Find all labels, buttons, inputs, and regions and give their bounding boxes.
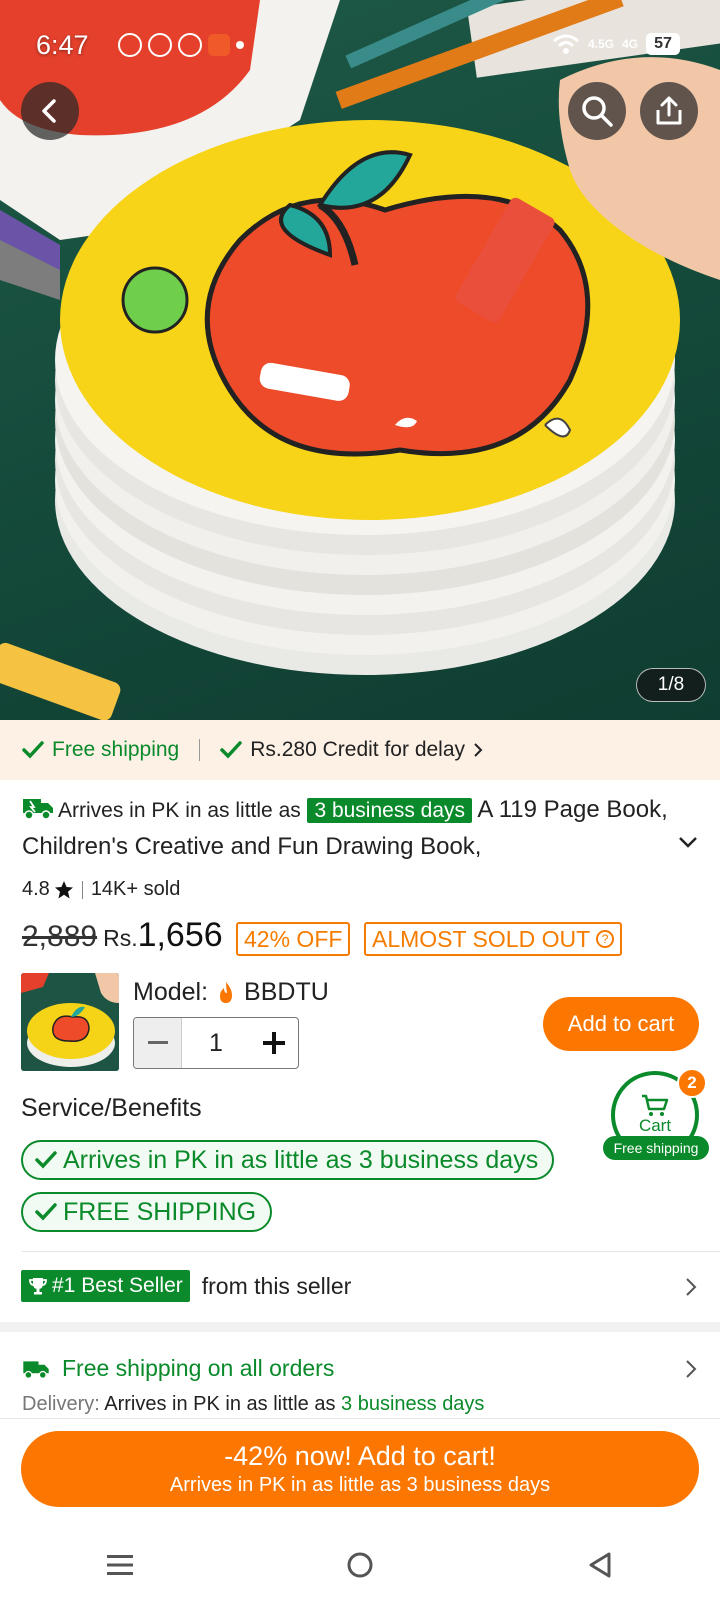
best-seller-row[interactable]: #1 Best Seller from this seller	[21, 1270, 701, 1302]
image-counter: 1/8	[636, 668, 706, 702]
sale-price: 1,656	[137, 916, 223, 954]
whatsapp-icon	[118, 33, 142, 57]
chevron-down-icon[interactable]	[678, 835, 698, 849]
benefit-pill: Arrives in PK in as little as 3 business…	[21, 1140, 555, 1180]
back-nav-button[interactable]	[570, 1540, 630, 1590]
check-icon	[220, 741, 242, 759]
check-icon	[22, 741, 44, 759]
recent-apps-button[interactable]	[90, 1540, 150, 1590]
pinwheel-icon	[178, 33, 202, 57]
rating-value: 4.8	[22, 878, 50, 900]
share-button[interactable]	[640, 82, 698, 140]
discount-badge: 42% OFF	[236, 922, 351, 956]
back-button[interactable]	[21, 82, 79, 140]
truck-icon	[23, 799, 53, 820]
divider	[199, 739, 201, 761]
free-shipping-label: Free shipping	[52, 738, 180, 761]
battery-icon: 57	[646, 33, 680, 55]
benefit-pill: FREE SHIPPING	[21, 1192, 273, 1232]
divider	[0, 1418, 720, 1419]
cart-icon	[642, 1094, 669, 1116]
chevron-right-icon	[686, 1278, 697, 1296]
minus-icon	[147, 1041, 168, 1044]
divider	[81, 880, 83, 899]
search-button[interactable]	[568, 82, 626, 140]
best-seller-badge: #1 Best Seller	[21, 1270, 190, 1302]
model-label: Model:	[133, 978, 209, 1006]
home-icon	[347, 1552, 373, 1578]
wifi-icon	[553, 34, 579, 54]
product-title[interactable]: Arrives in PK in as little as 3 business…	[22, 792, 672, 865]
home-button[interactable]	[330, 1540, 390, 1590]
truck-icon	[23, 1360, 49, 1379]
dot-icon	[236, 41, 244, 49]
model-thumbnail[interactable]	[21, 973, 119, 1071]
delivery-days: 3 business days	[341, 1393, 485, 1415]
share-icon	[656, 96, 682, 125]
check-icon	[35, 1151, 57, 1169]
system-icons: 4.5G 4G 57	[552, 33, 680, 55]
search-icon	[582, 96, 613, 127]
sold-count: 14K+ sold	[90, 878, 181, 900]
status-bar: 6:47 4.5G 4G 57	[0, 0, 720, 92]
service-title: Service/Benefits	[21, 1094, 202, 1122]
cta-line2: Arrives in PK in as little as 3 business…	[169, 1474, 551, 1496]
stock-badge-label: ALMOST SOLD OUT	[372, 925, 591, 952]
cart-count-badge: 2	[677, 1068, 707, 1098]
delay-credit-link[interactable]: Rs.280 Credit for delay	[220, 738, 483, 762]
price-row: 2,889 Rs. 1,656	[22, 916, 223, 955]
fire-icon	[220, 981, 233, 1003]
help-icon[interactable]: ?	[596, 930, 615, 948]
cta-line1: -42% now! Add to cart!	[224, 1441, 496, 1471]
free-shipping-chip: Free shipping	[22, 738, 179, 762]
benefit-label: FREE SHIPPING	[63, 1197, 257, 1226]
product-image-gallery[interactable]: 6:47 4.5G 4G 57 1/8	[0, 0, 720, 720]
system-nav-bar	[0, 1530, 720, 1600]
chevron-right-icon[interactable]	[685, 1359, 697, 1379]
quantity-value[interactable]: 1	[182, 1018, 250, 1068]
shipping-strip[interactable]: Free shipping Rs.280 Credit for delay	[0, 720, 720, 780]
cart-free-shipping-label: Free shipping	[603, 1136, 709, 1160]
delivery-text: Arrives in PK in as little as	[104, 1393, 336, 1415]
arrives-text: Arrives in PK in as little as	[58, 799, 301, 822]
bottom-add-to-cart-button[interactable]: -42% now! Add to cart! Arrives in PK in …	[21, 1431, 699, 1507]
signal-icon: 4.5G	[587, 37, 614, 51]
plus-icon	[263, 1032, 285, 1054]
delivery-label: Delivery:	[22, 1393, 100, 1415]
best-seller-text: from this seller	[201, 1272, 352, 1299]
model-selector[interactable]: Model: BBDTU	[133, 978, 329, 1007]
menu-icon	[107, 1555, 133, 1575]
best-seller-label: #1 Best Seller	[52, 1274, 183, 1297]
delay-credit-label: Rs.280 Credit for delay	[250, 738, 466, 761]
divider	[22, 1251, 720, 1252]
chat-icon	[148, 33, 172, 57]
check-icon	[35, 1203, 57, 1221]
free-shipping-all-label: Free shipping on all orders	[62, 1355, 335, 1381]
stock-badge[interactable]: ALMOST SOLD OUT ?	[364, 922, 623, 956]
original-price: 2,889	[22, 920, 98, 953]
increase-button[interactable]	[250, 1018, 298, 1068]
add-to-cart-button[interactable]: Add to cart	[543, 997, 699, 1051]
free-shipping-row[interactable]: Free shipping on all orders	[22, 1355, 334, 1382]
notification-icons	[118, 33, 244, 57]
back-triangle-icon	[589, 1552, 611, 1578]
star-icon	[54, 880, 73, 898]
delivery-info: Delivery: Arrives in PK in as little as …	[22, 1393, 484, 1416]
model-value: BBDTU	[244, 978, 329, 1006]
currency: Rs.	[103, 925, 138, 951]
decrease-button[interactable]	[134, 1018, 182, 1068]
trophy-icon	[29, 1278, 47, 1295]
thumbnail-image	[21, 973, 119, 1071]
chevron-right-icon	[474, 743, 483, 757]
benefit-label: Arrives in PK in as little as 3 business…	[63, 1145, 539, 1174]
rating-row[interactable]: 4.8 14K+ sold	[22, 878, 180, 901]
arrives-days-badge: 3 business days	[307, 798, 473, 823]
quantity-stepper[interactable]: 1	[133, 1017, 299, 1069]
status-time: 6:47	[36, 30, 89, 60]
app-icon	[208, 34, 230, 56]
signal-icon-2: 4G	[621, 37, 638, 51]
section-separator	[0, 1322, 720, 1332]
back-icon	[42, 99, 56, 123]
cart-label: Cart	[638, 1116, 672, 1135]
